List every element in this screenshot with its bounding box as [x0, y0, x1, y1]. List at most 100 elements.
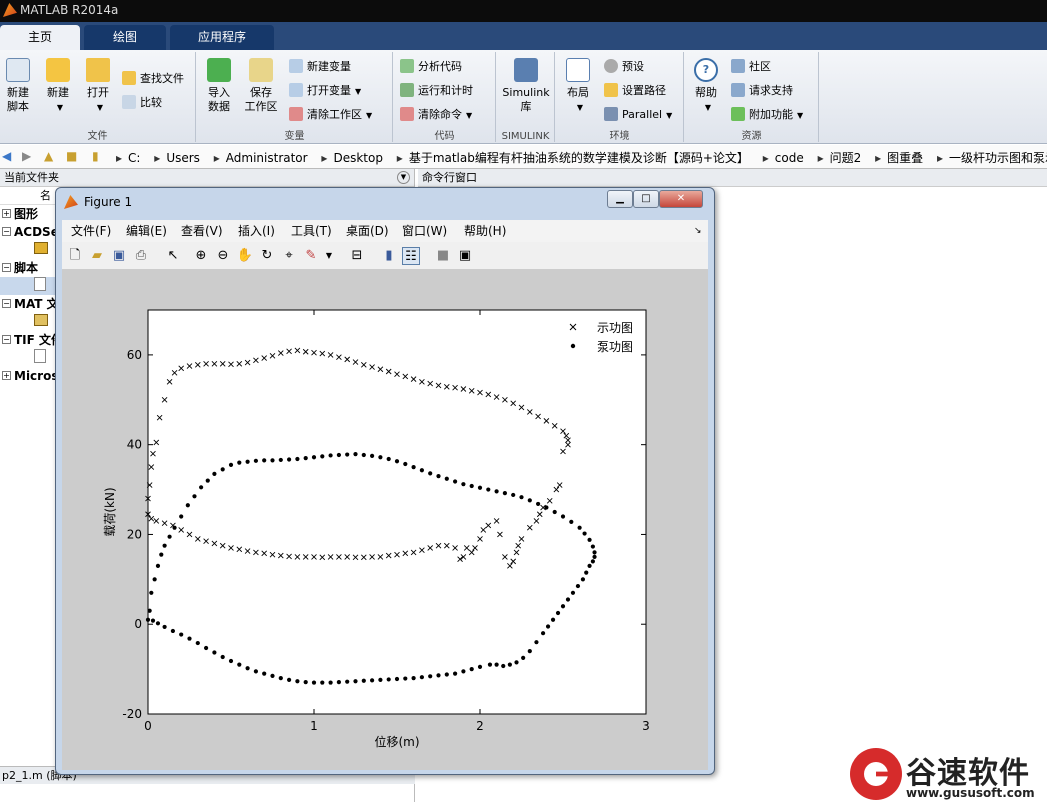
- data-point-dot: [237, 460, 242, 465]
- data-cursor-icon[interactable]: ⌖: [280, 247, 298, 265]
- link-plot-icon[interactable]: ⊟: [348, 247, 366, 265]
- data-point-dot: [212, 471, 217, 476]
- data-point-dot: [436, 473, 441, 479]
- collapse-icon[interactable]: −: [2, 299, 11, 308]
- hide-plot-tools-icon[interactable]: ■: [434, 247, 452, 265]
- expand-icon[interactable]: +: [2, 209, 11, 218]
- breadcrumb-item[interactable]: code: [775, 151, 804, 165]
- show-plot-tools-icon[interactable]: ▣: [456, 247, 474, 265]
- run-and-time-button[interactable]: 运行和计时: [400, 82, 473, 100]
- open-file-icon[interactable]: ▰: [88, 247, 106, 265]
- watermark-url: www.gususoft.com: [906, 786, 1035, 800]
- layout-button[interactable]: 布局 ▼: [562, 58, 594, 115]
- rotate-3d-icon[interactable]: ↻: [258, 247, 276, 265]
- collapse-icon[interactable]: −: [2, 263, 11, 272]
- pan-hand-icon[interactable]: ✋: [236, 247, 254, 265]
- group-environment-label: 环境: [609, 131, 630, 142]
- compare-button[interactable]: 比较: [122, 94, 162, 112]
- set-path-button[interactable]: 设置路径: [604, 82, 666, 100]
- zoom-in-icon[interactable]: ⊕: [192, 247, 210, 265]
- preferences-button[interactable]: 预设: [604, 58, 644, 76]
- menu-desktop[interactable]: 桌面(D): [346, 220, 389, 242]
- forward-icon[interactable]: ▶: [22, 149, 31, 163]
- collapse-icon[interactable]: −: [2, 227, 11, 236]
- back-icon[interactable]: ◀: [2, 149, 11, 163]
- new-figure-icon[interactable]: 🗋: [66, 247, 84, 265]
- tab-home[interactable]: 主页: [0, 25, 80, 50]
- menu-help[interactable]: 帮助(H): [464, 220, 506, 242]
- open-label: 打开: [87, 86, 109, 99]
- print-icon[interactable]: ⎙: [132, 247, 150, 265]
- dock-arrow-icon[interactable]: ↘: [694, 220, 702, 242]
- open-variable-button[interactable]: 打开变量 ▼: [289, 82, 361, 100]
- menu-window[interactable]: 窗口(W): [402, 220, 447, 242]
- data-point-dot: [461, 482, 466, 487]
- new-script-button[interactable]: 新建 脚本: [4, 58, 32, 114]
- community-button[interactable]: 社区: [731, 58, 771, 76]
- breadcrumb-item[interactable]: Users: [166, 151, 200, 165]
- new-variable-button[interactable]: 新建变量: [289, 58, 351, 76]
- up-folder-icon[interactable]: ▲: [44, 149, 53, 163]
- collapse-icon[interactable]: −: [2, 335, 11, 344]
- save-icon[interactable]: ▣: [110, 247, 128, 265]
- analyze-code-button[interactable]: 分析代码: [400, 58, 462, 76]
- breadcrumb-item[interactable]: 问题2: [830, 151, 862, 165]
- simulink-library-button[interactable]: Simulink 库: [501, 58, 551, 114]
- request-support-button[interactable]: 请求支持: [731, 82, 793, 100]
- help-button[interactable]: ? 帮助 ▼: [691, 58, 721, 115]
- menu-edit[interactable]: 编辑(E): [126, 220, 167, 242]
- parallel-button[interactable]: Parallel ▼: [604, 106, 672, 124]
- find-files-button[interactable]: 查找文件: [122, 70, 184, 88]
- tab-plots[interactable]: 绘图: [84, 25, 166, 50]
- open-button[interactable]: 打开 ▼: [84, 58, 112, 115]
- data-point-dot: [419, 468, 424, 473]
- data-point-dot: [179, 632, 184, 637]
- analyze-label: 分析代码: [418, 60, 462, 73]
- data-point-dot: [565, 597, 571, 602]
- breadcrumb-item[interactable]: Administrator: [226, 151, 308, 165]
- tab-apps[interactable]: 应用程序: [170, 25, 274, 50]
- data-point-dot: [228, 462, 234, 467]
- browse-folder-icon[interactable]: ■: [66, 149, 77, 163]
- breadcrumb-item[interactable]: 图重叠: [887, 151, 923, 165]
- breadcrumb-item[interactable]: 一级杆功示图和泵示图: [949, 151, 1047, 165]
- breadcrumb-separator: ▸: [116, 151, 123, 165]
- breadcrumb-item[interactable]: 基于matlab编程有杆抽油系统的数学建模及诊断【源码+论文】: [409, 151, 749, 165]
- breadcrumb-item[interactable]: C:: [128, 151, 140, 165]
- chevron-down-icon[interactable]: ▼: [320, 247, 338, 265]
- zoom-out-icon[interactable]: ⊖: [214, 247, 232, 265]
- figure-titlebar[interactable]: Figure 1 ▁ □ ✕: [56, 188, 714, 216]
- tree-group-label: Micros: [14, 369, 59, 383]
- brush-icon[interactable]: ✎: [302, 247, 320, 265]
- simulink-icon: [514, 58, 538, 82]
- breadcrumb-item[interactable]: Desktop: [333, 151, 383, 165]
- clear-workspace-button[interactable]: 清除工作区 ▼: [289, 106, 372, 124]
- data-point-dot: [353, 451, 358, 457]
- import-data-button[interactable]: 导入 数据: [203, 58, 235, 114]
- legend-icon[interactable]: ☷: [402, 247, 420, 265]
- save-workspace-icon: [249, 58, 273, 82]
- close-button[interactable]: ✕: [659, 190, 703, 208]
- maximize-button[interactable]: □: [633, 190, 659, 208]
- menu-file[interactable]: 文件(F): [71, 220, 111, 242]
- data-point-dot: [361, 452, 366, 458]
- pointer-icon[interactable]: ↖: [164, 247, 182, 265]
- panel-menu-icon[interactable]: ▼: [397, 171, 410, 184]
- new-button[interactable]: 新建 ▼: [44, 58, 72, 115]
- menu-tools[interactable]: 工具(T): [291, 220, 332, 242]
- chevron-down-icon: ▼: [355, 87, 362, 96]
- find-files-label: 查找文件: [140, 72, 184, 85]
- expand-icon[interactable]: +: [2, 371, 11, 380]
- data-point-dot: [220, 467, 225, 472]
- save-workspace-button[interactable]: 保存 工作区: [243, 58, 279, 114]
- menu-view[interactable]: 查看(V): [181, 220, 223, 242]
- add-ons-button[interactable]: 附加功能 ▼: [731, 106, 803, 124]
- minimize-button[interactable]: ▁: [607, 190, 633, 208]
- scatter-plot[interactable]: 0 1 2 3-200204060 示功图 泵功图 位移(m) 载荷(kN): [62, 270, 708, 770]
- clear-commands-button[interactable]: 清除命令 ▼: [400, 106, 472, 124]
- data-point-dot: [501, 663, 506, 669]
- chevron-down-icon: ▼: [56, 103, 64, 112]
- data-point-dot: [345, 679, 350, 684]
- menu-insert[interactable]: 插入(I): [238, 220, 275, 242]
- colorbar-icon[interactable]: ▮: [380, 247, 398, 265]
